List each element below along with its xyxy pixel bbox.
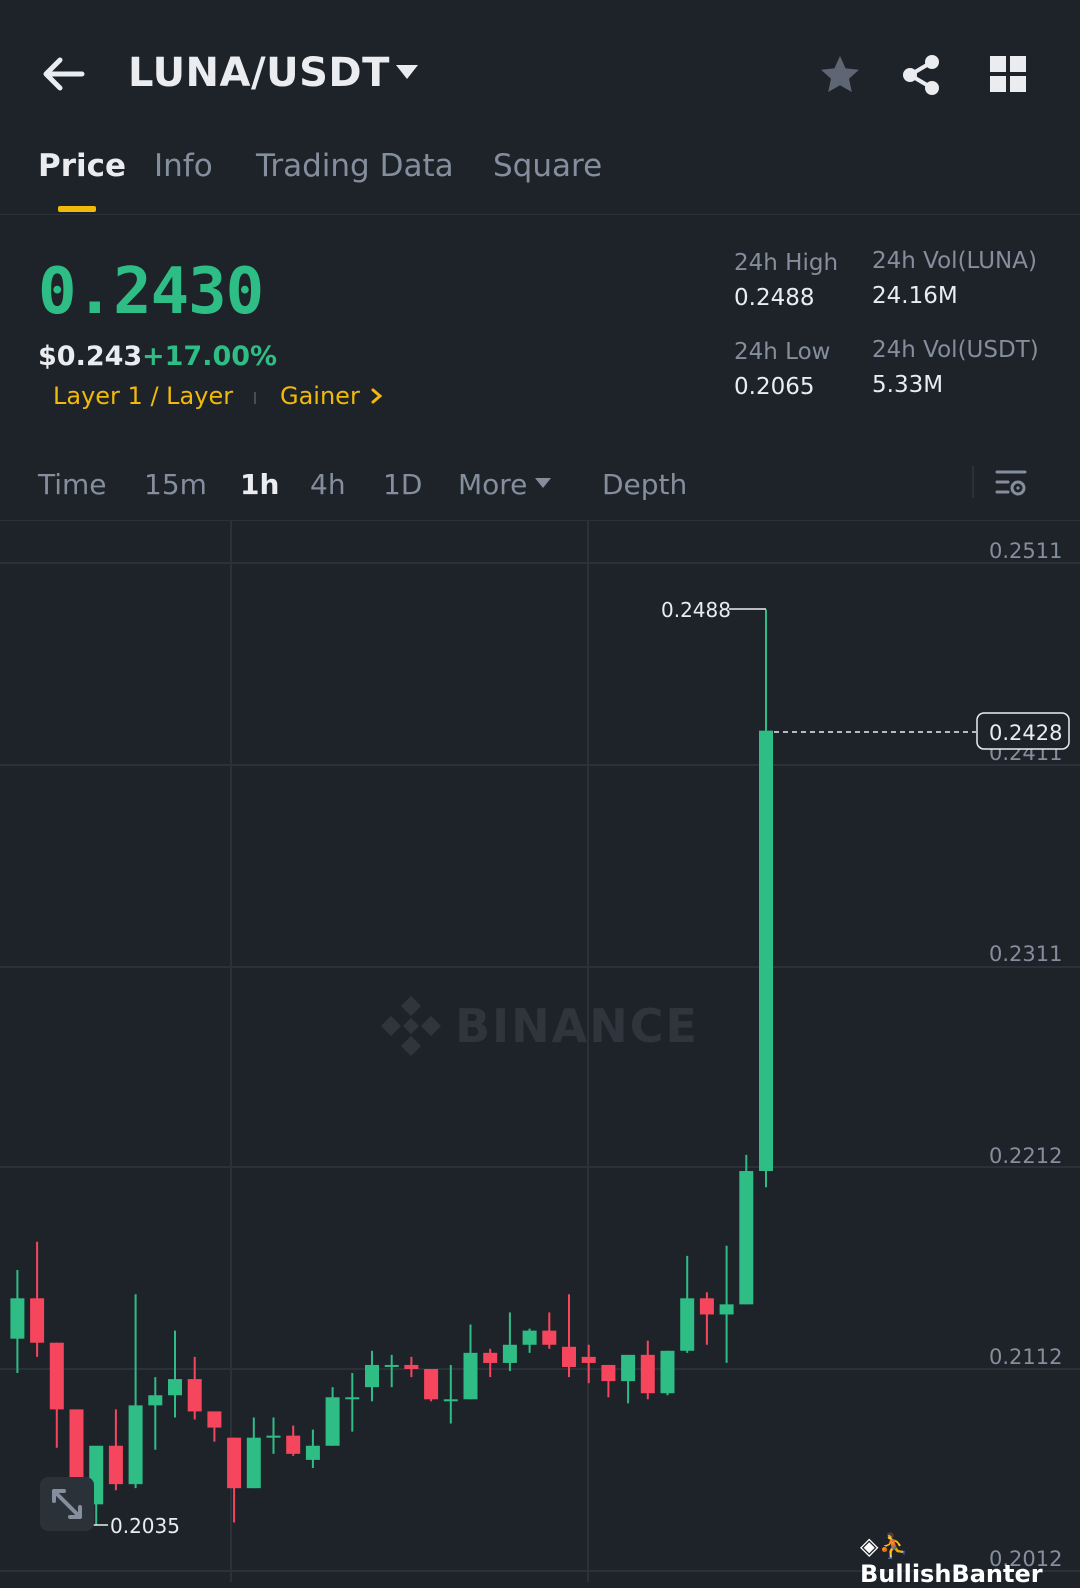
source-credit-watermark: ◈⛹BullishBanter (860, 1532, 1043, 1588)
candle-down (49, 1342, 64, 1410)
chevron-right-icon[interactable] (370, 388, 384, 404)
interval-1h[interactable]: 1h (240, 468, 279, 501)
candle-down (227, 1437, 242, 1489)
candle-down (542, 1330, 557, 1345)
vol-quote-24h-value: 5.33M (872, 372, 944, 398)
y-axis-label: 0.2212 (989, 1144, 1062, 1168)
low-24h-label: 24h Low (734, 339, 831, 365)
current-price-label: 0.2428 (989, 721, 1062, 745)
high-marker-label: 0.2488 (661, 598, 731, 622)
candle-up (443, 1399, 458, 1402)
chart-settings-icon[interactable] (994, 466, 1028, 500)
grid-menu-icon[interactable] (988, 54, 1028, 94)
candle-up (148, 1395, 163, 1406)
category-tag-gainer[interactable]: Gainer (280, 382, 360, 410)
tab-trading-data[interactable]: Trading Data (256, 148, 454, 184)
candle-up (345, 1397, 360, 1400)
candle-down (562, 1346, 576, 1367)
interval-1d[interactable]: 1D (383, 468, 422, 501)
candles-group (10, 609, 773, 1525)
price-markers: 0.2488 0.2035 0.2428 (93, 598, 1070, 1538)
tab-price[interactable]: Price (38, 148, 126, 184)
last-price: 0.2430 (38, 255, 264, 329)
candle-up (305, 1445, 320, 1460)
favorite-star-icon[interactable] (817, 52, 863, 98)
candle-down (581, 1356, 596, 1363)
active-tab-indicator (58, 206, 96, 212)
y-axis-labels: 0.2511 0.2411 0.2311 0.2212 0.2112 0.201… (989, 539, 1062, 1571)
candle-up (365, 1364, 379, 1388)
more-dropdown-caret-icon[interactable] (534, 476, 552, 490)
interval-depth[interactable]: Depth (602, 468, 687, 501)
tab-info[interactable]: Info (154, 148, 213, 184)
category-tag-layer[interactable]: Layer 1 / Layer (53, 382, 233, 410)
candle-down (483, 1352, 498, 1363)
candle-down (108, 1445, 123, 1485)
high-24h-value: 0.2488 (734, 285, 815, 311)
y-axis-label: 0.2311 (989, 942, 1062, 966)
fullscreen-expand-icon[interactable] (40, 1477, 94, 1531)
candle-up (246, 1437, 261, 1489)
interval-time[interactable]: Time (38, 468, 107, 501)
candle-up (266, 1435, 281, 1438)
candle-up (680, 1298, 695, 1351)
candle-down (404, 1364, 419, 1369)
candle-down (207, 1411, 222, 1428)
toolbar-separator (972, 466, 974, 498)
back-arrow-icon[interactable] (38, 52, 86, 96)
candle-up (502, 1344, 517, 1363)
binance-watermark: BINANCE (381, 996, 699, 1056)
candle-down (187, 1379, 202, 1412)
candle-up (719, 1304, 734, 1315)
candle-down (30, 1298, 45, 1343)
candle-up (10, 1298, 25, 1339)
price-change-percent: +17.00% (142, 341, 278, 372)
vol-quote-24h-label: 24h Vol(USDT) (872, 337, 1039, 363)
low-marker-label: 0.2035 (110, 1514, 180, 1538)
usd-price: $0.243 (38, 341, 143, 372)
tab-square[interactable]: Square (493, 148, 602, 184)
candle-up (522, 1330, 537, 1345)
candle-down (286, 1435, 301, 1454)
candle-down (424, 1368, 439, 1400)
pair-dropdown-caret-icon[interactable] (394, 62, 420, 82)
interval-more[interactable]: More (458, 468, 527, 501)
candle-down (601, 1364, 616, 1382)
candle-up (739, 1171, 754, 1305)
candle-up (384, 1364, 399, 1367)
y-axis-label: 0.2511 (989, 539, 1062, 563)
candle-up (463, 1352, 478, 1400)
y-axis-label: 0.2112 (989, 1345, 1062, 1369)
chart-horizontal-grid (0, 562, 1080, 1572)
candle-up (168, 1379, 182, 1396)
header-divider (0, 214, 1080, 215)
vol-base-24h-value: 24.16M (872, 283, 958, 309)
candle-up (621, 1354, 636, 1382)
low-24h-value: 0.2065 (734, 374, 815, 400)
vol-base-24h-label: 24h Vol(LUNA) (872, 248, 1037, 274)
high-24h-label: 24h High (734, 250, 839, 276)
watermark-text: BINANCE (455, 999, 699, 1053)
interval-4h[interactable]: 4h (310, 468, 346, 501)
candle-up (325, 1397, 340, 1446)
interval-15m[interactable]: 15m (144, 468, 207, 501)
tag-separator (254, 392, 256, 404)
pair-title[interactable]: LUNA/USDT (128, 50, 390, 96)
candle-up (660, 1350, 675, 1394)
candle-down (699, 1298, 714, 1315)
candle-up (128, 1405, 143, 1485)
candle-down (69, 1409, 84, 1485)
candle-up (759, 730, 773, 1172)
share-icon[interactable] (898, 52, 944, 98)
candlestick-chart[interactable]: BINANCE 0.2511 0.2411 0.2311 0.2212 0.21… (0, 521, 1080, 1582)
candle-down (640, 1354, 655, 1394)
